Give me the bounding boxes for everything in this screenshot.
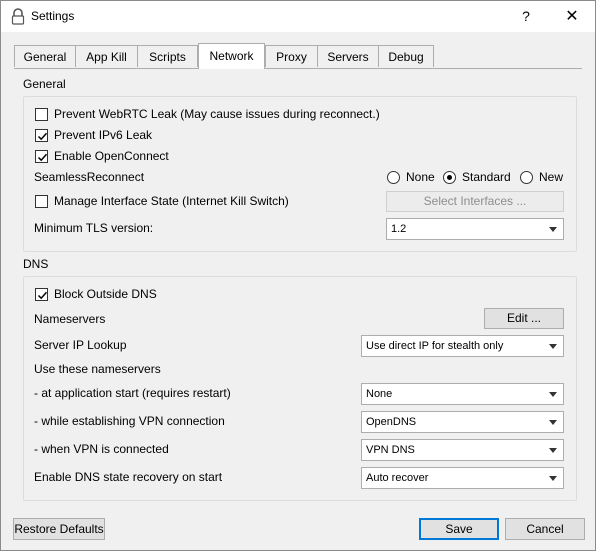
help-button[interactable]: ? bbox=[503, 1, 549, 32]
tab-panel-border bbox=[14, 68, 582, 69]
tab-network[interactable]: Network bbox=[198, 43, 265, 69]
radio-selected-dot bbox=[447, 175, 452, 180]
window-title: Settings bbox=[31, 9, 75, 23]
server-ip-lookup-value: Use direct IP for stealth only bbox=[366, 340, 504, 352]
lock-icon bbox=[11, 8, 25, 25]
prevent-ipv6-label: Prevent IPv6 Leak bbox=[54, 128, 153, 142]
seamless-none-label: None bbox=[406, 170, 435, 184]
seamless-standard-radio[interactable] bbox=[443, 171, 456, 184]
seamless-standard-label: Standard bbox=[462, 170, 511, 184]
chevron-down-icon bbox=[549, 344, 557, 349]
chevron-down-icon bbox=[549, 227, 557, 232]
tab-general[interactable]: General bbox=[14, 45, 76, 67]
edit-nameservers-button[interactable]: Edit ... bbox=[484, 308, 564, 329]
min-tls-value: 1.2 bbox=[391, 223, 407, 235]
at-start-label: - at application start (requires restart… bbox=[34, 386, 231, 400]
checkmark-icon bbox=[37, 132, 48, 141]
while-establishing-value: OpenDNS bbox=[366, 416, 417, 428]
chevron-down-icon bbox=[549, 392, 557, 397]
prevent-webrtc-label: Prevent WebRTC Leak (May cause issues du… bbox=[54, 107, 380, 121]
manage-interface-label: Manage Interface State (Internet Kill Sw… bbox=[54, 194, 289, 208]
cancel-button[interactable]: Cancel bbox=[505, 518, 585, 540]
close-button[interactable]: ✕ bbox=[549, 1, 595, 32]
enable-openconnect-checkbox[interactable] bbox=[35, 150, 48, 163]
checkmark-icon bbox=[37, 291, 48, 300]
chevron-down-icon bbox=[549, 476, 557, 481]
general-section-label: General bbox=[23, 77, 66, 91]
min-tls-select[interactable]: 1.2 bbox=[386, 218, 564, 240]
seamless-reconnect-label: SeamlessReconnect bbox=[34, 170, 145, 184]
settings-window: Settings ? ✕ General App Kill Scripts Ne… bbox=[0, 0, 596, 551]
block-outside-dns-label: Block Outside DNS bbox=[54, 287, 157, 301]
when-connected-select[interactable]: VPN DNS bbox=[361, 439, 564, 461]
dns-recovery-select[interactable]: Auto recover bbox=[361, 467, 564, 489]
dns-recovery-label: Enable DNS state recovery on start bbox=[34, 470, 223, 484]
when-connected-label: - when VPN is connected bbox=[34, 442, 169, 456]
when-connected-value: VPN DNS bbox=[366, 444, 415, 456]
chevron-down-icon bbox=[549, 420, 557, 425]
tab-servers[interactable]: Servers bbox=[317, 45, 379, 67]
server-ip-lookup-label: Server IP Lookup bbox=[34, 338, 127, 352]
dns-section-label: DNS bbox=[23, 257, 49, 271]
block-outside-dns-checkbox[interactable] bbox=[35, 288, 48, 301]
tab-debug[interactable]: Debug bbox=[378, 45, 434, 67]
chevron-down-icon bbox=[549, 448, 557, 453]
server-ip-lookup-select[interactable]: Use direct IP for stealth only bbox=[361, 335, 564, 357]
prevent-ipv6-checkbox[interactable] bbox=[35, 129, 48, 142]
dns-recovery-value: Auto recover bbox=[366, 472, 429, 484]
prevent-webrtc-checkbox[interactable] bbox=[35, 108, 48, 121]
at-start-select[interactable]: None bbox=[361, 383, 564, 405]
use-these-nameservers-label: Use these nameservers bbox=[34, 362, 161, 376]
tab-scripts[interactable]: Scripts bbox=[137, 45, 198, 67]
tab-proxy[interactable]: Proxy bbox=[265, 45, 318, 67]
min-tls-label: Minimum TLS version: bbox=[34, 221, 154, 235]
tab-app-kill[interactable]: App Kill bbox=[75, 45, 138, 67]
save-button[interactable]: Save bbox=[419, 518, 499, 540]
at-start-value: None bbox=[366, 388, 393, 400]
nameservers-label: Nameservers bbox=[34, 312, 106, 326]
restore-defaults-button[interactable]: Restore Defaults bbox=[13, 518, 105, 540]
seamless-none-radio[interactable] bbox=[387, 171, 400, 184]
while-establishing-select[interactable]: OpenDNS bbox=[361, 411, 564, 433]
title-bar: Settings ? ✕ bbox=[1, 1, 595, 32]
seamless-new-radio[interactable] bbox=[520, 171, 533, 184]
while-establishing-label: - while establishing VPN connection bbox=[34, 414, 225, 428]
select-interfaces-button[interactable]: Select Interfaces ... bbox=[386, 191, 564, 212]
seamless-new-label: New bbox=[539, 170, 564, 184]
enable-openconnect-label: Enable OpenConnect bbox=[54, 149, 169, 163]
checkmark-icon bbox=[37, 153, 48, 162]
manage-interface-checkbox[interactable] bbox=[35, 195, 48, 208]
